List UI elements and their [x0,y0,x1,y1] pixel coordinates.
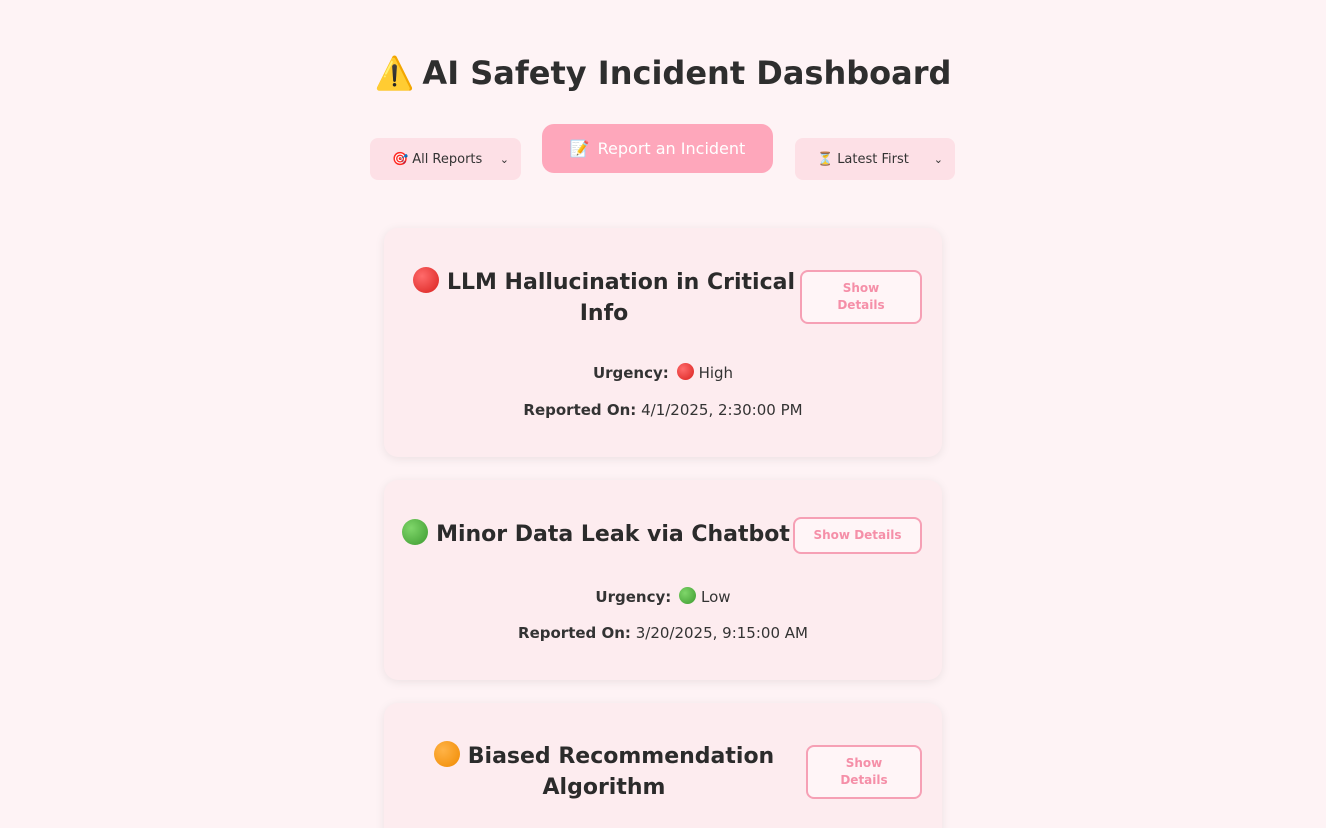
page-title: ⚠️ AI Safety Incident Dashboard [0,50,1326,96]
incident-title-text: LLM Hallucination in Critical Info [446,270,796,326]
reported-on-label: Reported On: [523,401,637,419]
reported-on-line: Reported On: 4/1/2025, 2:30:00 PM [384,401,942,419]
incident-card: Minor Data Leak via Chatbot Show Details… [384,480,942,680]
incident-title-text: Minor Data Leak via Chatbot [436,522,790,547]
orange-circle-icon [433,741,460,767]
warning-icon: ⚠️ [374,54,415,92]
incident-title: LLM Hallucination in Critical Info [404,267,804,329]
sort-select[interactable]: ⏳ Latest First ⌄ [795,138,955,180]
show-details-button[interactable]: Show Details [806,745,922,799]
reported-on-value: 3/20/2025, 9:15:00 AM [635,624,808,642]
hourglass-icon: ⏳ [817,151,834,167]
page-title-text: AI Safety Incident Dashboard [422,54,952,92]
show-details-label: Show Details [813,528,902,542]
filter-select-value: All Reports [412,151,483,167]
sort-select-value: Latest First [837,151,909,167]
incident-title-text: Biased Recommendation Algorithm [467,744,775,800]
urgency-line: Urgency: Low [384,587,942,606]
reported-on-value: 4/1/2025, 2:30:00 PM [641,401,803,419]
show-details-label: Show Details [840,756,888,787]
urgency-value: Low [701,588,731,606]
show-details-button[interactable]: Show Details [800,270,922,324]
reported-on-line: Reported On: 3/20/2025, 9:15:00 AM [384,624,942,642]
incident-title: Minor Data Leak via Chatbot [400,519,792,550]
urgency-label: Urgency: [592,364,669,382]
chevron-down-icon: ⌄ [499,152,509,166]
incident-title: Biased Recommendation Algorithm [424,741,784,803]
memo-icon: 📝 [569,139,590,158]
red-circle-icon [676,363,694,380]
show-details-label: Show Details [837,281,885,312]
reported-on-label: Reported On: [518,624,631,642]
show-details-button[interactable]: Show Details [793,517,922,554]
chevron-down-icon: ⌄ [933,152,943,166]
green-circle-icon [402,519,429,545]
red-circle-icon [412,267,439,293]
filter-select[interactable]: 🎯 All Reports ⌄ [370,138,521,180]
report-incident-label: Report an Incident [597,139,746,158]
incident-card: LLM Hallucination in Critical Info Show … [384,228,942,457]
urgency-line: Urgency: High [384,363,942,382]
incident-card: Biased Recommendation Algorithm Show Det… [384,703,942,828]
green-circle-icon [679,587,697,604]
urgency-label: Urgency: [595,588,672,606]
report-incident-button[interactable]: 📝 Report an Incident [542,124,773,173]
target-icon: 🎯 [392,151,409,167]
urgency-value: High [698,364,734,382]
dashboard-page: ⚠️ AI Safety Incident Dashboard 🎯 All Rep… [0,0,1326,828]
